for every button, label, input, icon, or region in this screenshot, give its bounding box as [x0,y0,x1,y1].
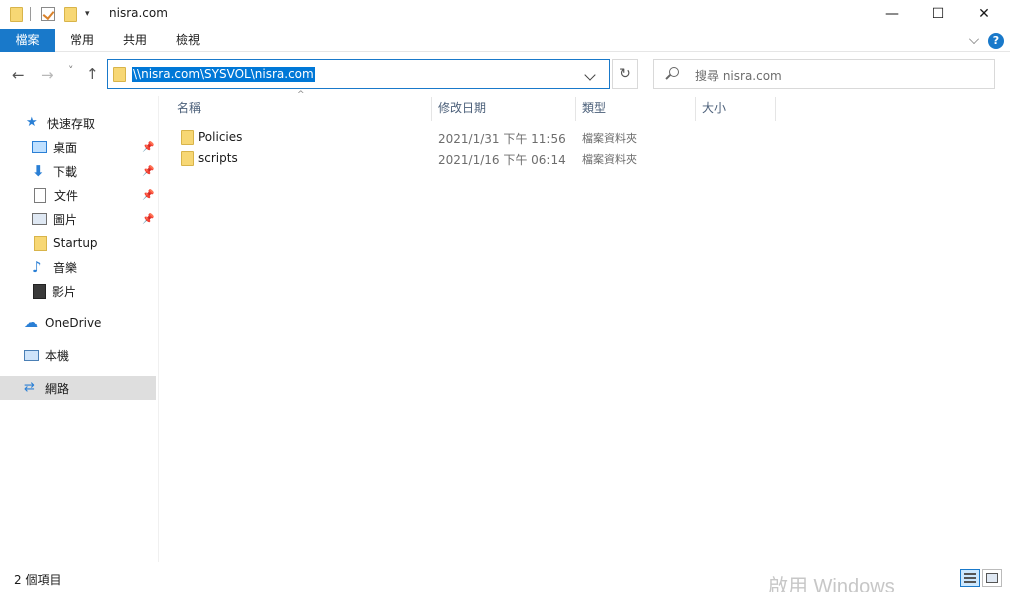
sidebar-item-this-pc[interactable]: 本機 [0,344,156,366]
customize-toolbar-dropdown-icon[interactable]: ▾ [85,5,90,23]
network-icon: ⇄ [24,380,35,395]
search-icon [669,67,679,77]
column-divider[interactable] [431,97,432,121]
forward-arrow-icon[interactable]: → [41,66,54,84]
folder-icon [10,5,23,23]
column-divider[interactable] [575,97,576,121]
sidebar-item-startup[interactable]: Startup [0,232,156,254]
refresh-button[interactable]: ↻ [612,59,638,89]
sidebar-item-label: OneDrive [45,316,102,330]
sidebar-item-label: 圖片 [53,212,78,227]
activation-watermark: 啟用 Windows [768,576,895,592]
cloud-icon: ☁ [24,315,38,331]
sidebar-item-label: 桌面 [53,140,78,155]
star-icon: ★ [26,115,38,130]
item-count: 2 個項目 [14,573,62,587]
navigation-pane: ★ 快速存取 桌面 📌 ⬇ 下載 📌 文件 📌 圖片 📌 Startup ♪ 音… [0,96,158,562]
column-divider[interactable] [695,97,696,121]
video-icon [33,283,46,299]
music-icon: ♪ [32,258,42,276]
search-input[interactable]: 搜尋 nisra.com [695,67,782,84]
refresh-icon: ↻ [619,66,631,82]
back-arrow-icon[interactable]: ← [12,66,25,84]
sidebar-item-desktop[interactable]: 桌面 📌 [0,136,156,158]
column-header-size[interactable]: 大小 [702,97,726,121]
sidebar-item-label: 文件 [54,188,79,203]
sidebar-item-onedrive[interactable]: ☁ OneDrive [0,312,156,334]
sidebar-item-documents[interactable]: 文件 📌 [0,184,156,206]
tab-share[interactable]: 共用 [115,29,155,52]
sidebar-item-label: 本機 [45,348,70,363]
file-type: 檔案資料夾 [582,153,637,166]
column-header-name[interactable]: 名稱 [177,97,201,121]
file-modified: 2021/1/31 下午 11:56 [438,132,566,146]
expand-ribbon-chevron-icon[interactable] [969,34,979,44]
address-path[interactable]: \\nisra.com\SYSVOL\nisra.com [132,67,315,82]
sidebar-item-music[interactable]: ♪ 音樂 [0,256,156,278]
minimize-button[interactable]: — [869,0,915,28]
pin-icon[interactable]: 📌 [142,166,154,177]
properties-icon[interactable] [41,5,55,23]
details-view-icon [964,573,976,583]
title-bar: ▾ nisra.com — ☐ ✕ [0,0,1010,28]
details-view-button[interactable] [960,569,980,587]
pin-icon[interactable]: 📌 [142,142,154,153]
document-icon [34,187,46,203]
sidebar-item-label: Startup [53,236,98,250]
folder-icon [181,151,194,166]
file-modified: 2021/1/16 下午 06:14 [438,153,566,167]
file-name[interactable]: Policies [198,130,242,144]
sort-ascending-icon: ^ [297,90,305,100]
pin-icon[interactable]: 📌 [142,190,154,201]
sidebar-item-label: 快速存取 [47,116,96,131]
recent-locations-chevron-icon[interactable]: ˅ [68,64,74,77]
tab-home[interactable]: 常用 [62,29,102,52]
sidebar-item-label: 下載 [53,164,78,179]
column-header-modified[interactable]: 修改日期 [438,97,486,121]
pin-icon[interactable]: 📌 [142,214,154,225]
ribbon-tabs: 檔案 常用 共用 檢視 ? [0,29,1010,52]
folder-icon [34,235,47,251]
search-box[interactable]: 搜尋 nisra.com [653,59,995,89]
close-button[interactable]: ✕ [961,0,1007,28]
address-folder-icon [113,67,126,82]
new-folder-icon[interactable] [64,5,77,23]
sidebar-item-pictures[interactable]: 圖片 📌 [0,208,156,230]
help-icon[interactable]: ? [988,33,1004,49]
pictures-icon [32,213,47,225]
toolbar-separator [30,7,31,21]
sidebar-item-quick-access[interactable]: ★ 快速存取 [0,112,156,134]
sidebar-item-label: 網路 [45,381,70,396]
tab-file[interactable]: 檔案 [0,29,55,52]
file-name[interactable]: scripts [198,151,238,165]
column-header-type[interactable]: 類型 [582,97,606,121]
table-row[interactable]: scripts 2021/1/16 下午 06:14 檔案資料夾 [170,148,675,169]
sidebar-item-network[interactable]: ⇄ 網路 [0,376,156,400]
maximize-button[interactable]: ☐ [915,0,961,28]
file-type: 檔案資料夾 [582,132,637,145]
column-divider[interactable] [775,97,776,121]
address-bar[interactable]: \\nisra.com\SYSVOL\nisra.com [107,59,610,89]
window-title: nisra.com [109,6,168,20]
up-arrow-icon[interactable]: ↑ [86,65,99,83]
large-icons-view-icon [986,573,998,583]
folder-icon [181,130,194,145]
desktop-icon [32,141,47,153]
sidebar-item-downloads[interactable]: ⬇ 下載 📌 [0,160,156,182]
table-row[interactable]: Policies 2021/1/31 下午 11:56 檔案資料夾 [170,127,675,148]
computer-icon [24,349,39,361]
pane-divider[interactable] [158,96,159,562]
sidebar-item-videos[interactable]: 影片 [0,280,156,302]
download-icon: ⬇ [32,162,45,180]
sidebar-item-label: 影片 [52,284,77,299]
sidebar-item-label: 音樂 [53,260,78,275]
large-icons-view-button[interactable] [982,569,1002,587]
tab-view[interactable]: 檢視 [168,29,208,52]
